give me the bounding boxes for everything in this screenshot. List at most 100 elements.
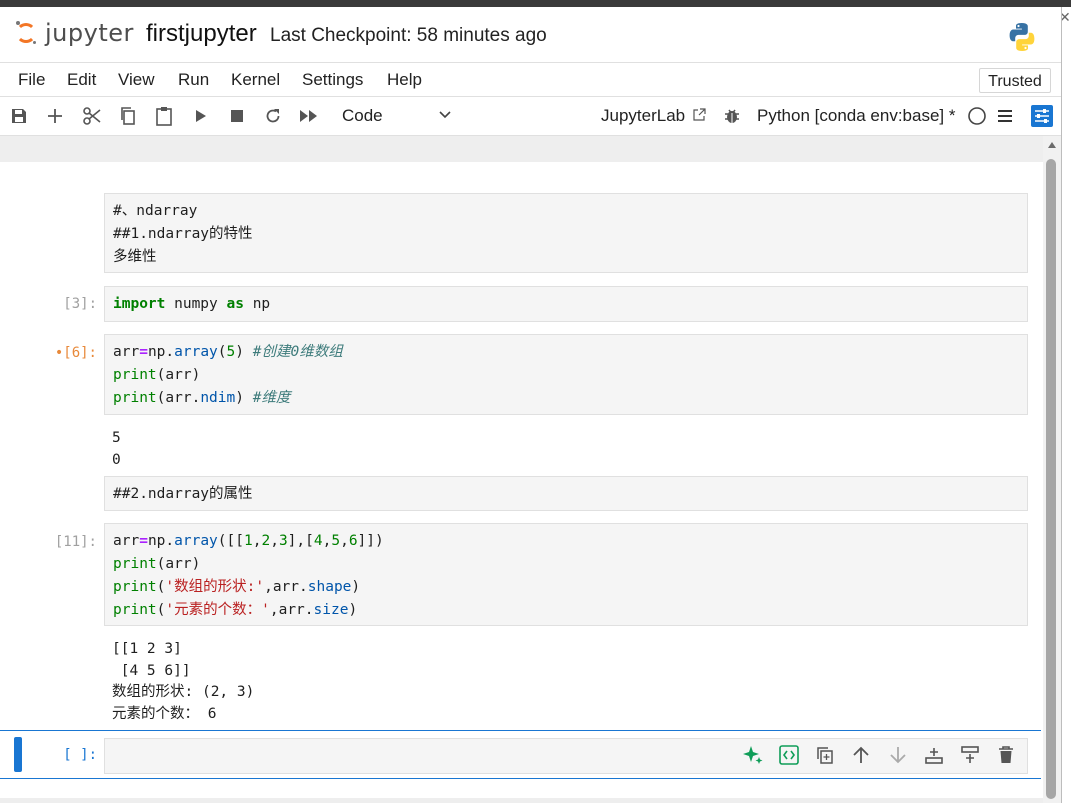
duplicate-cell-button[interactable] [813, 743, 837, 767]
code-token: numpy [165, 296, 227, 312]
debugger-button[interactable] [721, 105, 743, 127]
code-cell[interactable]: import numpy as np [104, 286, 1028, 322]
notebook-name[interactable]: firstjupyter [146, 20, 257, 48]
keyword-token: import [113, 296, 166, 312]
scroll-thumb[interactable] [1046, 159, 1056, 799]
code-source: import numpy as np [105, 287, 1027, 316]
settings-sliders-icon [1035, 109, 1049, 123]
menu-file[interactable]: File [18, 70, 45, 90]
ai-assist-button[interactable] [741, 743, 765, 767]
menu-help[interactable]: Help [387, 70, 422, 90]
code-token: np [243, 296, 271, 312]
stop-icon [231, 110, 243, 122]
copy-button[interactable] [117, 105, 139, 127]
restart-icon [266, 109, 280, 123]
save-button[interactable] [8, 105, 30, 127]
scroll-up-arrow-icon[interactable] [1048, 142, 1056, 148]
operator-token: = [139, 533, 148, 549]
markdown-line: ##2.ndarray的属性 [113, 486, 253, 502]
insert-below-icon [925, 748, 943, 764]
code-token: (arr) [156, 556, 201, 572]
property-inspector-button[interactable] [1031, 105, 1053, 127]
code-token: (arr) [156, 367, 201, 383]
kernel-idle-circle-icon [968, 107, 986, 125]
run-icon [196, 110, 206, 122]
active-cell-indicator[interactable] [14, 737, 22, 772]
notebook-bottom-gap [0, 798, 1043, 803]
menu-settings[interactable]: Settings [302, 70, 363, 90]
restart-button[interactable] [262, 105, 284, 127]
cell-output: [[1 2 3] [4 5 6]] 数组的形状: (2, 3) 元素的个数： 6 [112, 641, 255, 722]
attribute-token: size [313, 602, 349, 618]
insert-cell-above-button[interactable] [958, 743, 982, 767]
insert-above-icon [961, 746, 979, 763]
run-button[interactable] [190, 105, 212, 127]
code-token: ,arr. [264, 579, 308, 595]
comment-token: #维度 [252, 390, 291, 406]
hamburger-menu-icon [998, 110, 1012, 122]
number-token: 5 [226, 344, 236, 360]
code-token: ) [348, 602, 358, 618]
cell-prompt: [ ]: [63, 747, 97, 763]
cut-icon [83, 107, 101, 125]
paste-button[interactable] [153, 105, 175, 127]
menu-bar: File Edit View Run Kernel Settings Help [0, 63, 1061, 97]
move-cell-down-button[interactable] [886, 743, 910, 767]
markdown-line: #、ndarray [113, 203, 198, 219]
markdown-cell[interactable]: ##2.ndarray的属性 [104, 476, 1028, 511]
menu-kernel[interactable]: Kernel [231, 70, 280, 90]
vertical-scrollbar[interactable] [1043, 136, 1061, 803]
add-cell-button[interactable] [44, 105, 66, 127]
trusted-button[interactable]: Trusted [979, 68, 1051, 93]
insert-cell-below-button[interactable] [922, 743, 946, 767]
open-jupyterlab-link[interactable]: JupyterLab [601, 106, 706, 126]
code-token: (arr. [156, 390, 201, 406]
code-token: ) [351, 579, 361, 595]
chevron-down-icon[interactable] [438, 107, 452, 121]
window-top-strip [0, 0, 1071, 7]
duplicate-icon [817, 747, 833, 764]
code-format-icon [779, 745, 799, 765]
number-token: 2 [261, 533, 271, 549]
code-token: ],[ [287, 533, 314, 549]
attribute-token: array [174, 344, 218, 360]
number-token: 1 [244, 533, 253, 549]
markdown-line: ##1.ndarray的特性 [113, 226, 253, 242]
run-all-icon [300, 110, 317, 122]
builtin-token: print [113, 367, 157, 383]
code-token: , [340, 533, 349, 549]
builtin-token: print [113, 579, 157, 595]
menu-run[interactable]: Run [178, 70, 209, 90]
jupyter-logo[interactable]: jupyter [16, 19, 136, 49]
header: jupyter firstjupyter Last Checkpoint: 58… [0, 7, 1061, 63]
number-token: 3 [278, 533, 288, 549]
menu-view[interactable]: View [118, 70, 155, 90]
menu-edit[interactable]: Edit [67, 70, 96, 90]
move-up-icon [853, 746, 869, 763]
delete-cell-button[interactable] [994, 743, 1018, 767]
number-token: 4 [313, 533, 323, 549]
cut-button[interactable] [81, 105, 103, 127]
cell-type-select[interactable]: Code [342, 106, 383, 126]
menu-button[interactable] [994, 105, 1016, 127]
kernel-name[interactable]: Python [conda env:base] * [757, 106, 955, 126]
code-token: ) [235, 344, 253, 360]
code-token: , [270, 533, 279, 549]
copy-icon [121, 107, 135, 125]
kernel-status [966, 105, 988, 127]
markdown-cell[interactable]: #、ndarray ##1.ndarray的特性 多维性 [104, 193, 1028, 273]
jupyterlab-label: JupyterLab [601, 106, 686, 125]
format-code-button[interactable] [777, 743, 801, 767]
builtin-token: print [113, 556, 157, 572]
cell-prompt: [3]: [63, 296, 97, 312]
jupyter-logo-dot-icon [16, 21, 20, 25]
run-all-button[interactable] [298, 105, 320, 127]
keyword-token: as [226, 296, 244, 312]
move-cell-up-button[interactable] [849, 743, 873, 767]
notebook-toolbar: Code JupyterLab Python [conda env:base] … [0, 97, 1061, 136]
stop-button[interactable] [226, 105, 248, 127]
code-token: ) [235, 390, 253, 406]
paste-icon [156, 107, 172, 126]
code-cell[interactable]: arr=np.array(5) #创建0维数组 print(arr) print… [104, 334, 1028, 415]
code-cell[interactable]: arr=np.array([[1,2,3],[4,5,6]]) print(ar… [104, 523, 1028, 626]
